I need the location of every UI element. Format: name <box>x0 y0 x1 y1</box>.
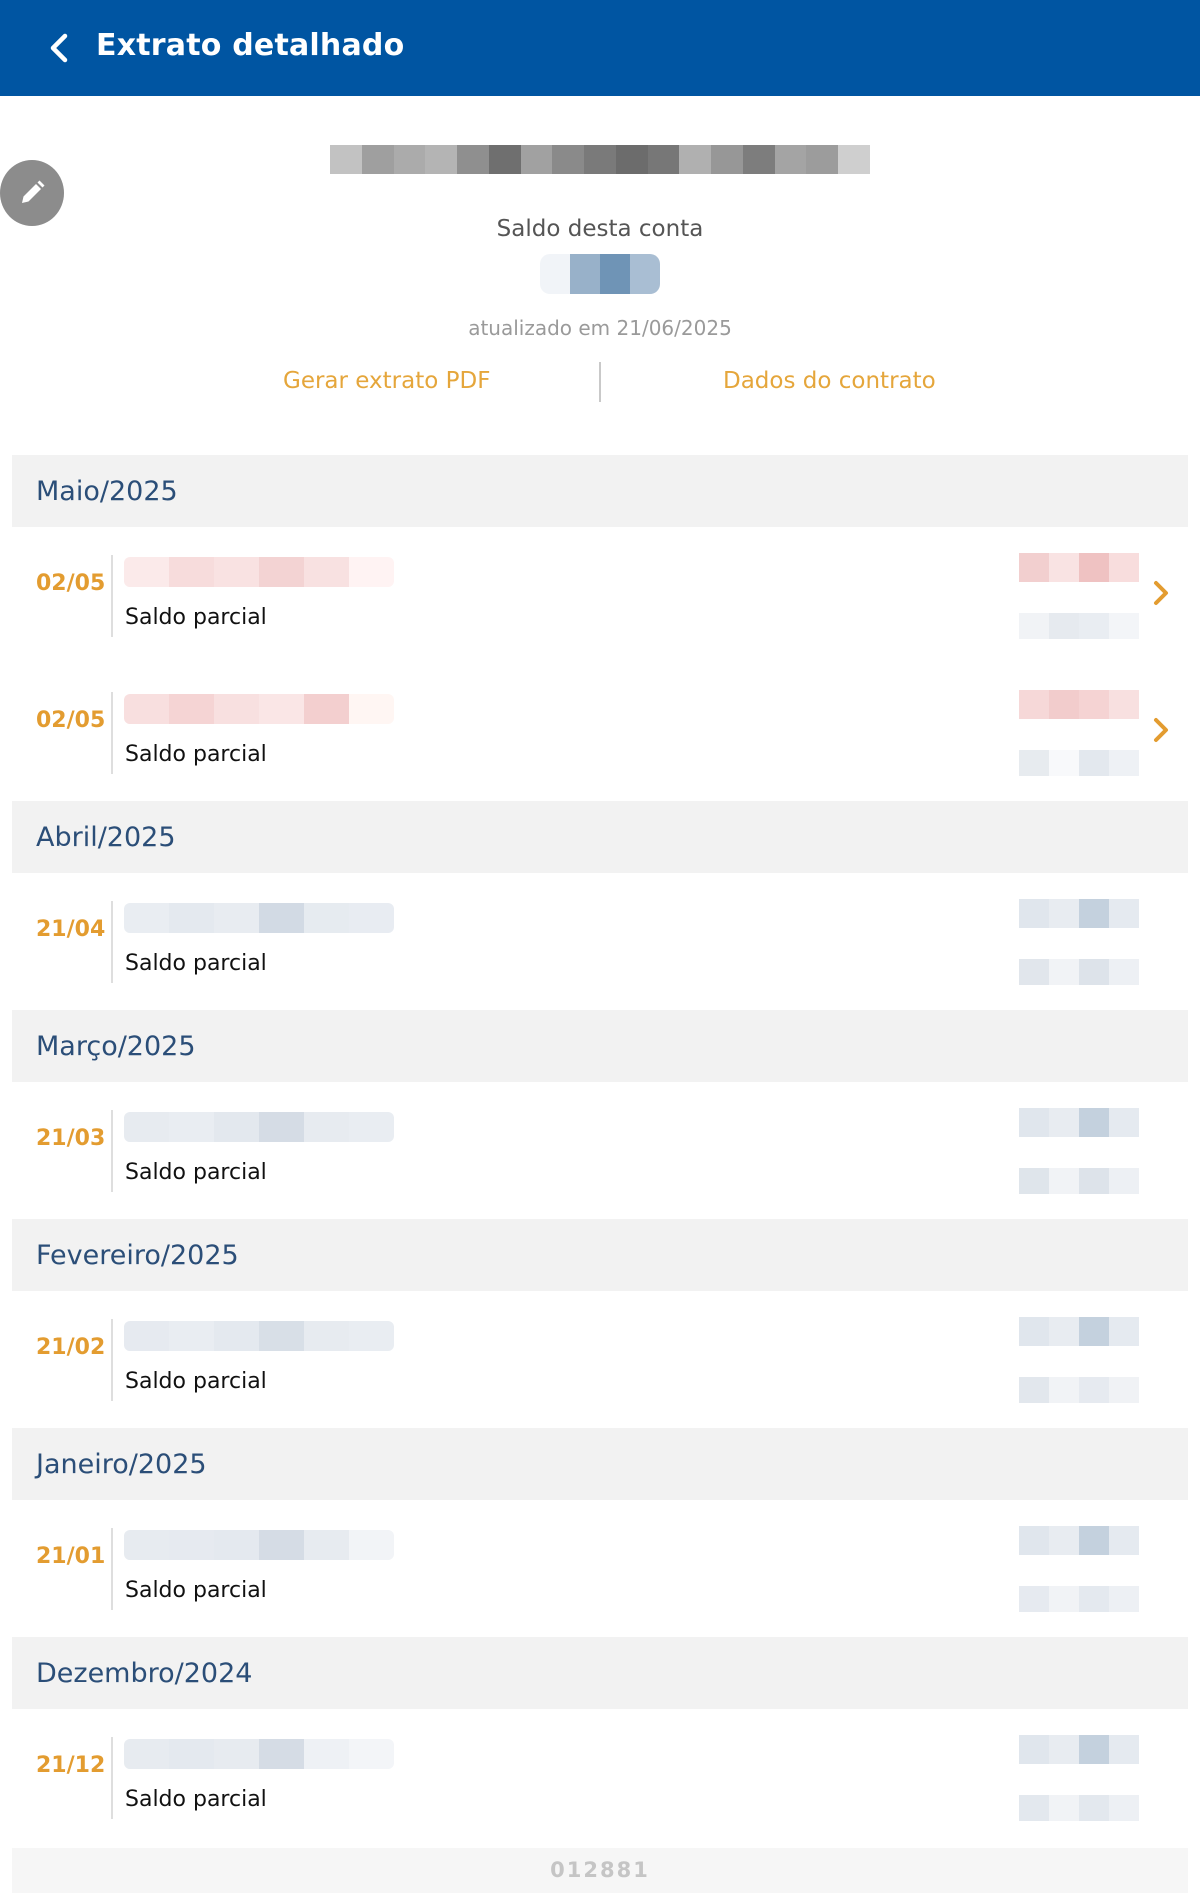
entry-balance-redacted <box>1019 613 1139 639</box>
chevron-left-icon <box>50 33 68 63</box>
entry-date: 21/01 <box>36 1544 106 1569</box>
entry-balance-redacted <box>1019 1795 1139 1821</box>
entry-amount-redacted <box>1019 1317 1139 1346</box>
entry-amount-redacted <box>1019 1526 1139 1555</box>
entry-amount-redacted <box>1019 899 1139 928</box>
statement-entry[interactable]: 21/01 Saldo parcial <box>12 1500 1188 1637</box>
entry-description-redacted <box>124 1530 394 1560</box>
contract-details-link[interactable]: Dados do contrato <box>723 368 936 394</box>
entry-balance-redacted <box>1019 1586 1139 1612</box>
divider <box>111 1737 113 1819</box>
divider <box>111 1528 113 1610</box>
entry-date: 21/03 <box>36 1126 106 1151</box>
entry-date: 21/02 <box>36 1335 106 1360</box>
entry-description-redacted <box>124 903 394 933</box>
generate-pdf-link[interactable]: Gerar extrato PDF <box>283 368 490 394</box>
chevron-right-icon[interactable] <box>1148 575 1176 611</box>
updated-timestamp: atualizado em 21/06/2025 <box>468 316 732 340</box>
entry-description-redacted <box>124 1739 394 1769</box>
entry-amount-redacted <box>1019 1735 1139 1764</box>
entry-description-redacted <box>124 1321 394 1351</box>
divider <box>599 362 601 402</box>
chevron-right-icon[interactable] <box>1148 712 1176 748</box>
divider <box>111 1319 113 1401</box>
entry-balance-redacted <box>1019 1168 1139 1194</box>
entry-amount-redacted <box>1019 553 1139 582</box>
entry-label: Saldo parcial <box>125 951 267 976</box>
entry-label: Saldo parcial <box>125 605 267 630</box>
statement-entry[interactable]: 21/12 Saldo parcial <box>12 1709 1188 1846</box>
month-header: Março/2025 <box>12 1010 1188 1082</box>
entry-description-redacted <box>124 557 394 587</box>
entry-date: 02/05 <box>36 708 106 733</box>
divider <box>111 555 113 637</box>
month-header: Maio/2025 <box>12 455 1188 527</box>
action-links: Gerar extrato PDF Dados do contrato <box>0 362 1200 404</box>
pencil-icon <box>22 180 45 203</box>
balance-label: Saldo desta conta <box>496 216 704 242</box>
entry-balance-redacted <box>1019 1377 1139 1403</box>
entry-date: 21/04 <box>36 917 106 942</box>
entry-date: 02/05 <box>36 571 106 596</box>
entry-amount-redacted <box>1019 690 1139 719</box>
entry-date: 21/12 <box>36 1753 106 1778</box>
statement-entry[interactable]: 02/05 Saldo parcial <box>12 664 1188 801</box>
statement-entry[interactable]: 21/04 Saldo parcial <box>12 873 1188 1010</box>
balance-value-redacted <box>540 254 660 294</box>
divider <box>111 901 113 983</box>
entry-label: Saldo parcial <box>125 742 267 767</box>
entry-label: Saldo parcial <box>125 1369 267 1394</box>
entry-description-redacted <box>124 1112 394 1142</box>
app-bar: Extrato detalhado <box>0 0 1200 96</box>
entry-amount-redacted <box>1019 1108 1139 1137</box>
month-header: Janeiro/2025 <box>12 1428 1188 1500</box>
entry-balance-redacted <box>1019 750 1139 776</box>
month-header: Fevereiro/2025 <box>12 1219 1188 1291</box>
divider <box>111 1110 113 1192</box>
month-header: Abril/2025 <box>12 801 1188 873</box>
entry-label: Saldo parcial <box>125 1578 267 1603</box>
account-number-redacted <box>330 145 870 174</box>
entry-label: Saldo parcial <box>125 1160 267 1185</box>
statement-entry[interactable]: 21/02 Saldo parcial <box>12 1291 1188 1428</box>
footer-code: 012881 <box>550 1858 650 1882</box>
statement-entry[interactable]: 02/05 Saldo parcial <box>12 527 1188 664</box>
entry-balance-redacted <box>1019 959 1139 985</box>
entry-description-redacted <box>124 694 394 724</box>
entry-label: Saldo parcial <box>125 1787 267 1812</box>
divider <box>111 692 113 774</box>
back-button[interactable] <box>36 24 84 72</box>
page-title: Extrato detalhado <box>96 28 405 63</box>
month-header: Dezembro/2024 <box>12 1637 1188 1709</box>
statement-entry[interactable]: 21/03 Saldo parcial <box>12 1082 1188 1219</box>
